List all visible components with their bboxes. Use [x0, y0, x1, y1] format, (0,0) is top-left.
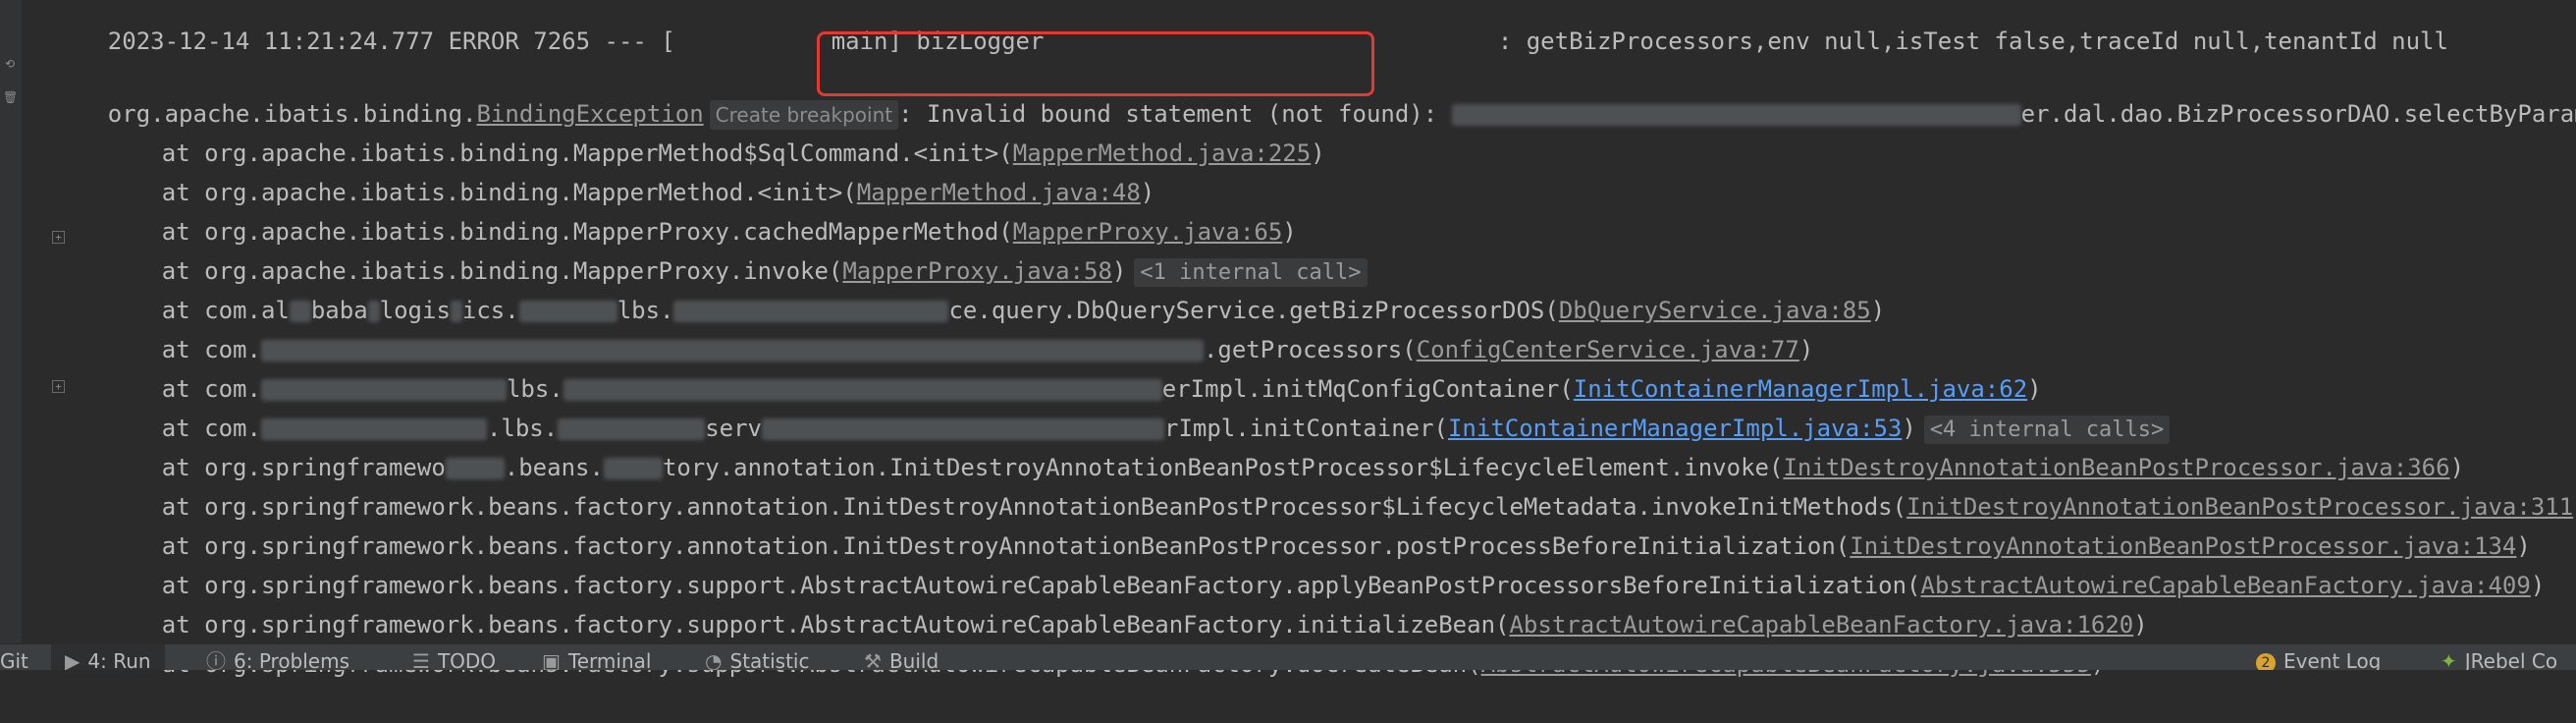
frame-paren: ) [2530, 572, 2546, 599]
stack-frame: at com. .lbs. serv rImpl.initContainer(Init… [105, 369, 2171, 444]
redacted-text [1451, 104, 2021, 126]
tool-gutter: ⟲ 🗑 [0, 0, 23, 644]
stack-frame: at org.springframework.beans.factory.ann… [105, 448, 2576, 521]
build-label: Build [888, 649, 939, 670]
stack-frame: at org.apache.ibatis.binding.MapperMetho… [105, 94, 1325, 167]
log-header-line: 2023-12-14 11:21:24.777 ERROR 7265 --- [… [51, 0, 2448, 55]
run-console[interactable]: 2023-12-14 11:21:24.777 ERROR 7265 --- [… [51, 0, 2576, 678]
frame-paren: ) [1870, 297, 1886, 324]
hammer-icon: ⚒ [864, 649, 882, 670]
stack-frame: at org.apache.ibatis.binding.MapperProxy… [105, 173, 1297, 246]
todo-label: TODO [437, 649, 497, 670]
todo-tab[interactable]: ☰ TODO [412, 644, 496, 670]
list-icon: ☰ [412, 649, 430, 670]
fold-gutter: + + [22, 0, 65, 644]
event-log-tab[interactable]: 2 Event Log [2256, 644, 2381, 670]
play-icon: ▶ [65, 649, 80, 670]
stack-frame: at com. lbs. erImpl.initMqConfigContainer(… [105, 330, 2042, 403]
tool-window-bar: Git ▶ 4: Run ⓘ 6: Problems ☰ TODO ▣ Terminal… [0, 643, 2576, 670]
run-label: 4: Run [87, 649, 151, 670]
jrebel-tab[interactable]: ✦ JRebel Co [2441, 644, 2557, 670]
frame-paren: ) [2133, 611, 2148, 639]
stack-frame: at org.apache.ibatis.binding.MapperMetho… [105, 134, 1154, 206]
stack-frame: at com.al baba logis ics. lbs. ce.query.DbQue… [105, 251, 1885, 324]
event-log-label: Event Log [2283, 649, 2382, 670]
pie-chart-icon: ◔ [705, 649, 723, 670]
problems-tab[interactable]: ⓘ 6: Problems [206, 644, 349, 670]
jrebel-icon: ✦ [2441, 649, 2457, 670]
jrebel-label: JRebel Co [2464, 649, 2558, 670]
problems-label: 6: Problems [234, 649, 350, 670]
warning-badge-icon: 2 [2256, 652, 2276, 670]
stack-frame: at org.springframework.beans.factory.sup… [105, 605, 2106, 678]
git-label: Git [0, 649, 28, 670]
run-tab[interactable]: ▶ 4: Run [51, 644, 165, 670]
git-tab[interactable]: Git [0, 644, 28, 670]
build-tab[interactable]: ⚒ Build [864, 644, 939, 670]
statistic-tab[interactable]: ◔ Statistic [705, 644, 809, 670]
stack-frame: at org.springframework.beans.factory.sup… [105, 566, 2148, 639]
terminal-icon: ▣ [542, 649, 561, 670]
stack-frame: at org.springframework.beans.factory.sup… [105, 527, 2545, 599]
exception-message-tail: er.dal.dao.BizProcessorDAO.selectByParam [2020, 100, 2576, 128]
stack-frame: at org.springframework.beans.factory.ann… [105, 487, 2531, 560]
highlight-callout [817, 31, 1374, 96]
info-icon: ⓘ [206, 649, 226, 670]
frame-paren: ) [1311, 139, 1325, 167]
trash-icon[interactable]: 🗑 [3, 90, 18, 104]
terminal-tab[interactable]: ▣ Terminal [542, 644, 651, 670]
stack-frame: at com. .getProcessors(ConfigCenterServic… [105, 291, 1814, 363]
stack-frame: at org.apache.ibatis.binding.MapperProxy… [105, 212, 1368, 287]
statistic-label: Statistic [729, 649, 810, 670]
rerun-icon[interactable]: ⟲ [3, 57, 17, 71]
terminal-label: Terminal [567, 649, 652, 670]
stack-frame: at org.springframewo .beans. tory.annotati… [105, 409, 2464, 481]
